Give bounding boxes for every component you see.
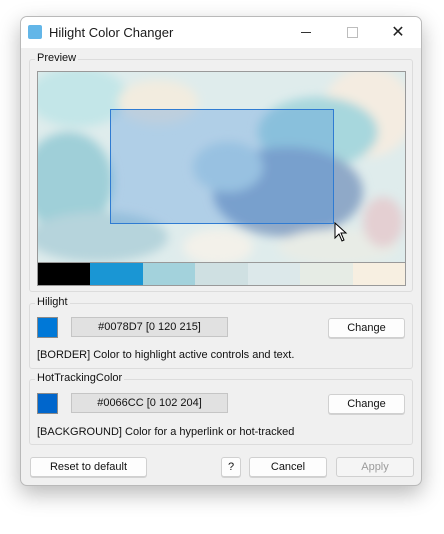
highlight-selection-rectangle [110, 109, 334, 224]
strip-swatch [300, 263, 353, 285]
hilight-description: [BORDER] Color to highlight active contr… [37, 349, 295, 361]
strip-swatch [90, 263, 143, 285]
preview-label: Preview [35, 52, 79, 64]
strip-swatch [195, 263, 248, 285]
reset-to-default-button[interactable]: Reset to default [30, 457, 147, 477]
cancel-button[interactable]: Cancel [249, 457, 327, 477]
hot-tracking-change-button[interactable]: Change [328, 394, 405, 414]
dialog-window: Hilight Color Changer ✕ Preview Hilight … [20, 16, 422, 486]
maximize-icon [346, 27, 358, 38]
close-icon: ✕ [391, 23, 405, 41]
hot-tracking-description: [BACKGROUND] Color for a hyperlink or ho… [37, 426, 295, 438]
title-bar[interactable]: Hilight Color Changer ✕ [21, 17, 421, 48]
preview-color-strip [37, 262, 406, 286]
minimize-button[interactable] [283, 17, 329, 48]
hilight-label: Hilight [35, 296, 70, 308]
preview-image [37, 71, 406, 263]
apply-button: Apply [336, 457, 414, 477]
maximize-button [329, 17, 375, 48]
help-button[interactable]: ? [221, 457, 241, 477]
app-color-icon [28, 25, 42, 39]
window-title: Hilight Color Changer [49, 25, 174, 40]
hilight-color-value: #0078D7 [0 120 215] [71, 317, 228, 337]
strip-swatch [38, 263, 91, 285]
minimize-icon [301, 32, 311, 33]
hilight-color-swatch[interactable] [37, 317, 58, 338]
mouse-cursor-icon [334, 222, 348, 242]
strip-swatch [247, 263, 301, 285]
strip-swatch [142, 263, 196, 285]
hot-tracking-label: HotTrackingColor [35, 372, 125, 384]
hot-tracking-color-value: #0066CC [0 102 204] [71, 393, 228, 413]
strip-swatch [352, 263, 405, 285]
hot-tracking-color-swatch[interactable] [37, 393, 58, 414]
hilight-change-button[interactable]: Change [328, 318, 405, 338]
close-button[interactable]: ✕ [375, 17, 421, 48]
